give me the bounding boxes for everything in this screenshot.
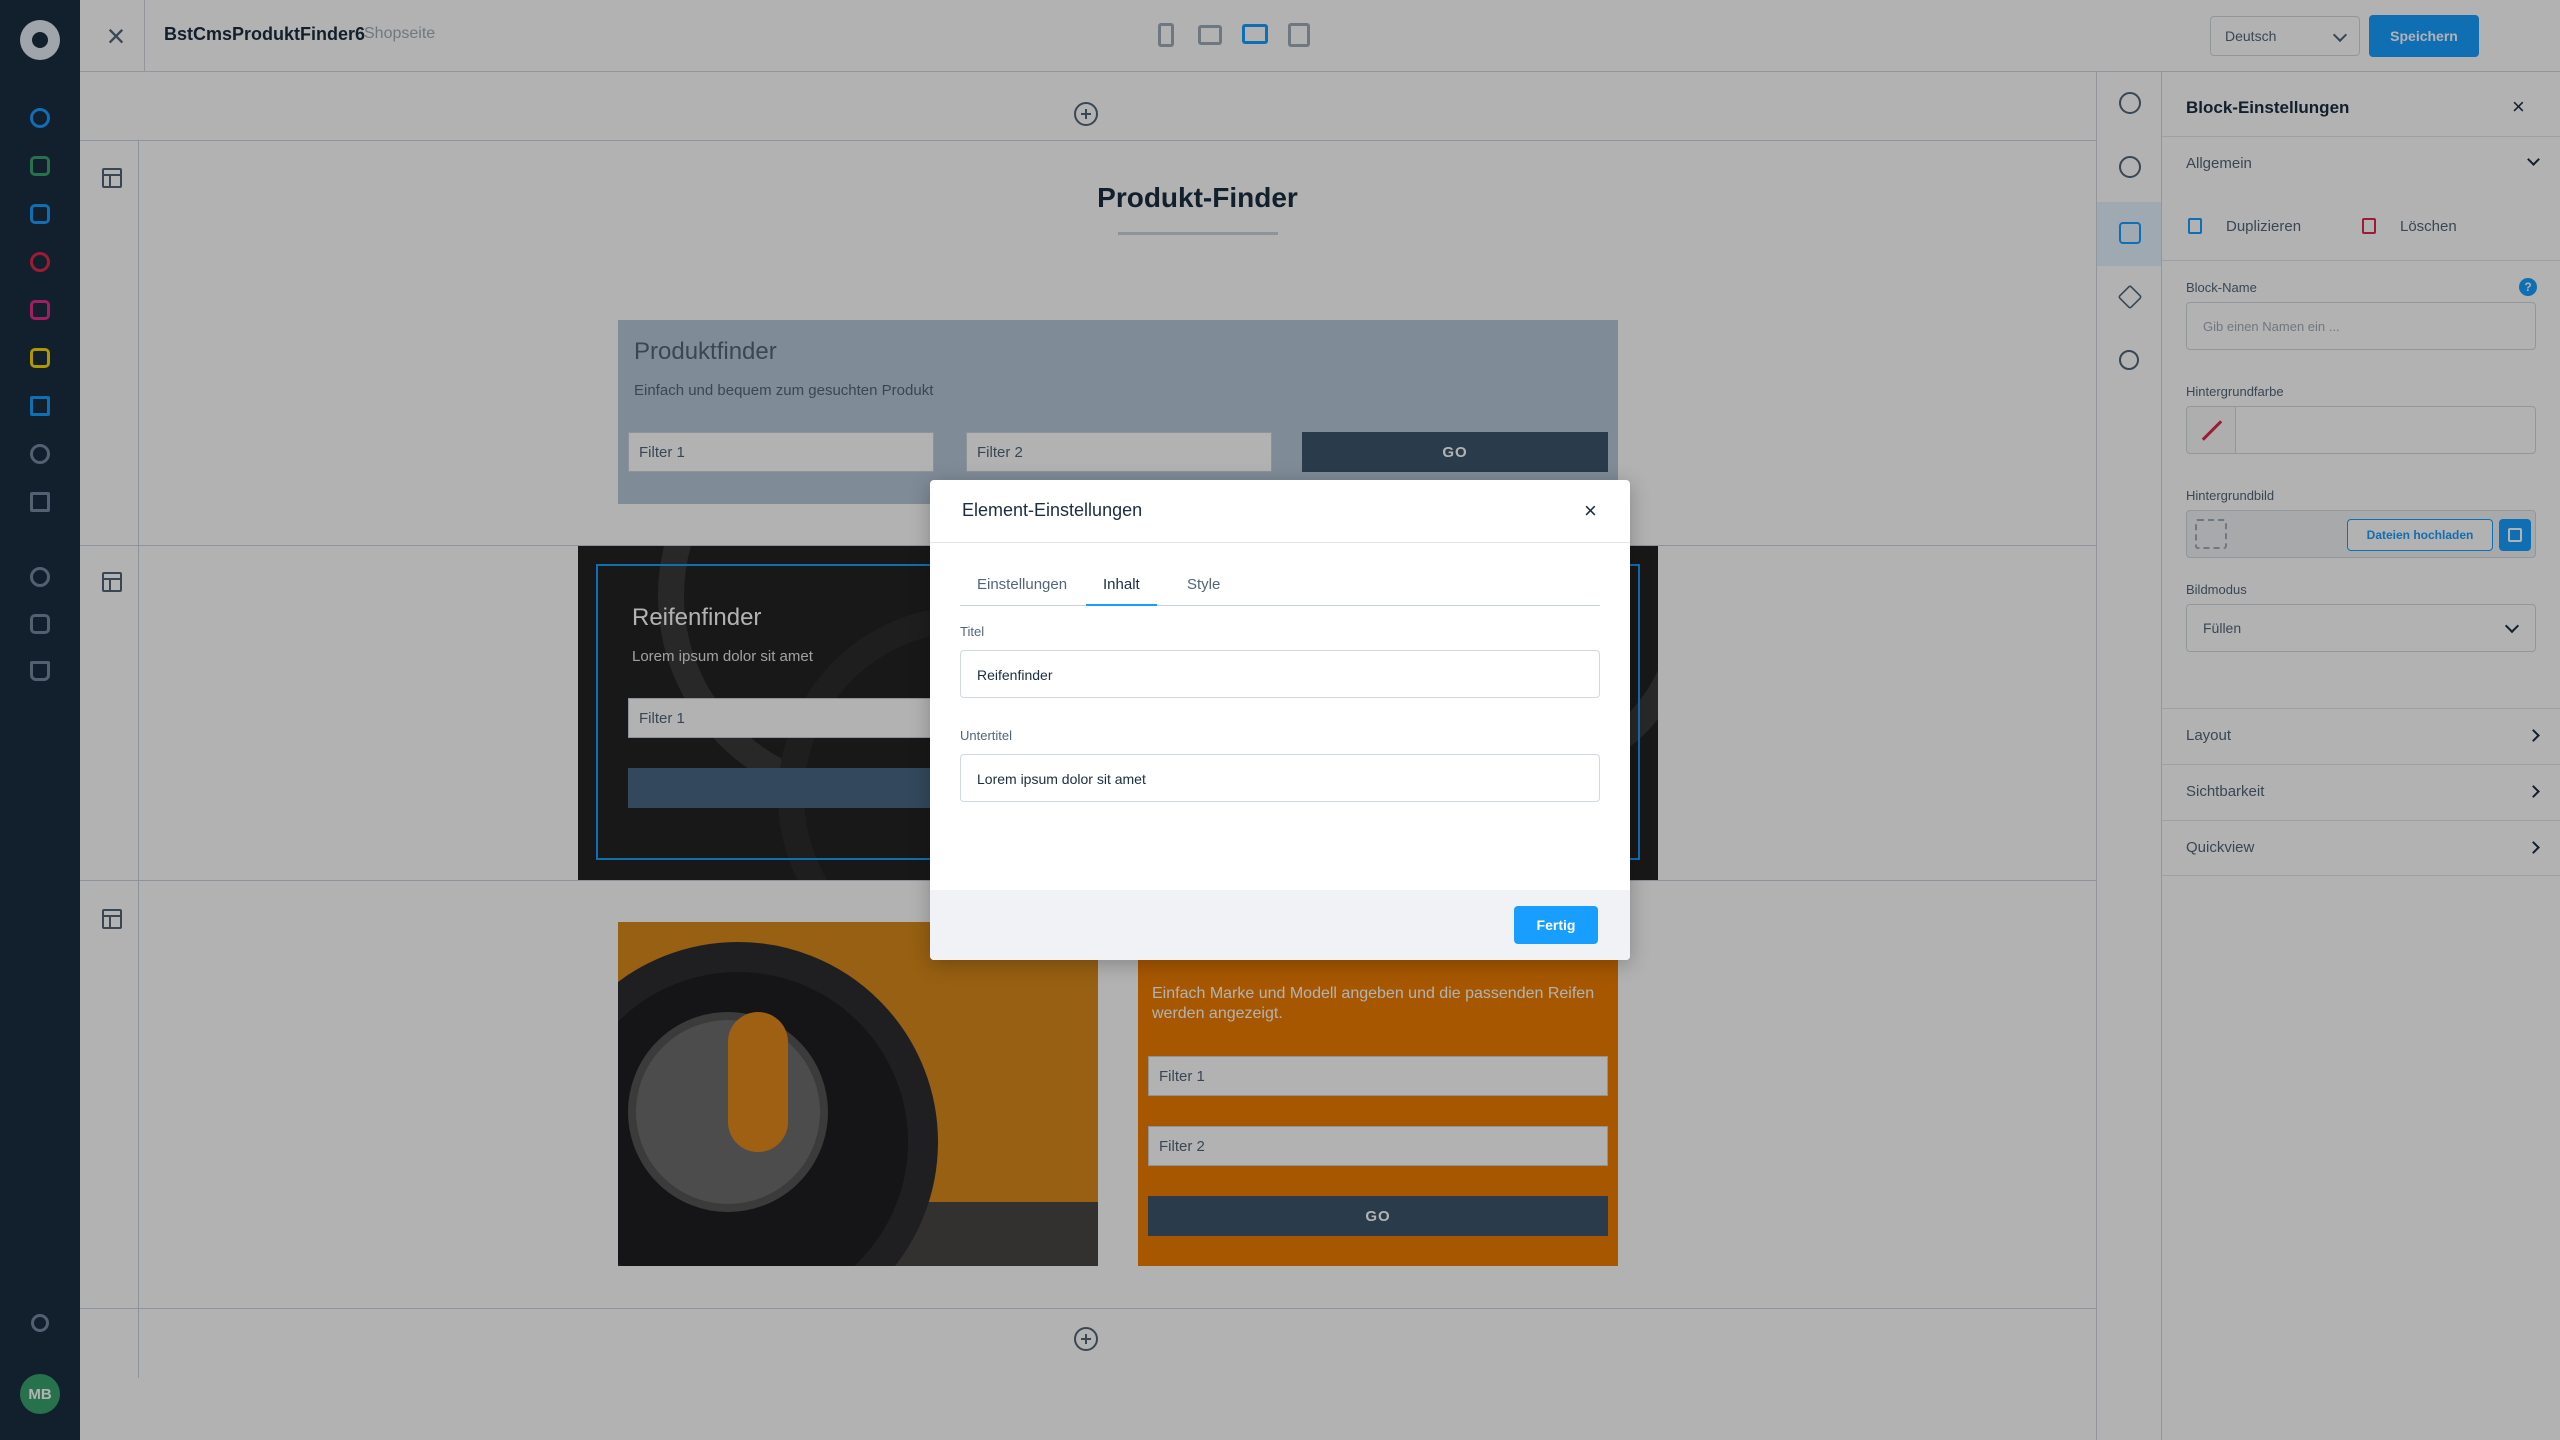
- tab-settings[interactable]: Einstellungen: [960, 570, 1084, 606]
- tab-style[interactable]: Style: [1170, 570, 1237, 606]
- close-icon[interactable]: ×: [1584, 498, 1597, 524]
- tab-content[interactable]: Inhalt: [1086, 570, 1157, 606]
- modal-backdrop[interactable]: [2096, 72, 2560, 1440]
- subtitle-input[interactable]: Lorem ipsum dolor sit amet: [960, 754, 1600, 802]
- modal-title: Element-Einstellungen: [962, 500, 1143, 520]
- modal-backdrop[interactable]: [0, 0, 2560, 72]
- subtitle-label: Untertitel: [960, 728, 1013, 743]
- element-settings-modal: Element-Einstellungen × Einstellungen In…: [930, 480, 1630, 960]
- done-button[interactable]: Fertig: [1514, 906, 1598, 944]
- tab-bar: Einstellungen Inhalt Style: [960, 570, 1600, 606]
- modal-backdrop[interactable]: [0, 72, 80, 1440]
- title-label: Titel: [960, 624, 985, 639]
- divider: [930, 542, 1630, 543]
- modal-footer: Fertig: [930, 890, 1630, 960]
- title-input[interactable]: Reifenfinder: [960, 650, 1600, 698]
